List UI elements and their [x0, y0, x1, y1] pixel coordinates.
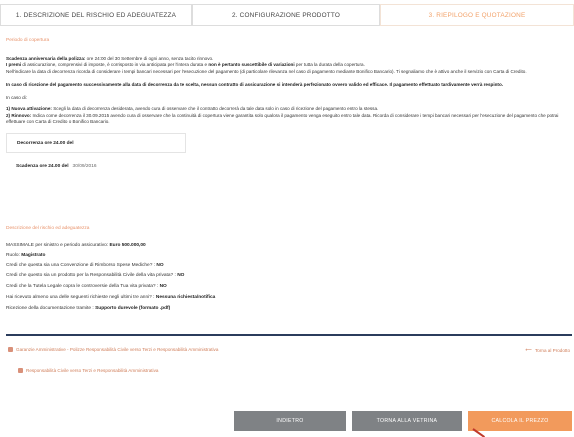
tempi-bancari-text: Nell'indicare la data di decorrenza rico…: [6, 69, 527, 74]
scadenza-anniversaria-label: Scadenza anniversaria della polizza:: [6, 56, 86, 61]
pagamento-tardivo-text: In caso di ricezione del pagamento succe…: [6, 82, 504, 87]
richieste-value: Nessuna richiesta/notifica: [155, 295, 216, 300]
massimale-label: MASSIMALE per sinistro e periodo assicur…: [6, 243, 110, 248]
doc-link-label: Responsabilità Civile verso Terzi e Resp…: [26, 368, 159, 373]
rc-vita-privata-row: Credi che questo sia un prodotto per la …: [6, 273, 184, 278]
tutela-legale-row: Credi che la Tutela Legale copra le cont…: [6, 284, 167, 289]
rinnovo-label: 2) Rinnovo:: [6, 113, 32, 118]
documentazione-value: Supporto durevole (formato .pdf): [95, 306, 171, 311]
massimale-row: MASSIMALE per sinistro e periodo assicur…: [6, 243, 146, 248]
in-caso-di-text: In caso di:: [6, 95, 27, 100]
step-configurazione-prodotto[interactable]: 2. CONFIGURAZIONE PRODOTTO: [192, 4, 380, 26]
section-divider: [6, 334, 572, 336]
rimborso-spese-label: Credi che questa sia una Convenzione di …: [6, 263, 157, 268]
torna-alla-vetrina-button[interactable]: TORNA ALLA VETRINA: [352, 411, 462, 431]
rc-vita-privata-label: Credi che questo sia un prodotto per la …: [6, 273, 178, 278]
step-riepilogo-quotazione: 3. RIEPILOGO E QUOTAZIONE: [380, 4, 574, 26]
premi-text-b: per tutta la durata della copertura.: [294, 62, 365, 67]
indietro-button[interactable]: INDIETRO: [234, 411, 346, 431]
massimale-value: Euro 500.000,00: [109, 243, 146, 248]
rinnovo-desc: Indica come decorrenza il 30.09.2015 ave…: [6, 113, 559, 125]
wizard-steps: 1. DESCRIZIONE DEL RISCHIO ED ADEGUATEZZ…: [0, 4, 574, 26]
premi-label: I premi: [6, 62, 22, 67]
scadenza-value: 30/09/2016: [72, 164, 97, 169]
scadenza-anniversaria-value: ore 24:00 del 30 Settembre di ogni anno,…: [85, 56, 214, 61]
torna-al-prodotto-link[interactable]: ⟵ Torna al Prodotto: [525, 347, 570, 353]
nuova-attivazione-desc: Scegli la data di decorrenza desiderata,…: [51, 106, 379, 111]
torna-al-prodotto-label: Torna al Prodotto: [535, 347, 570, 353]
ruolo-row: Ruolo: Magistrato: [6, 253, 45, 258]
tutela-legale-label: Credi che la Tutela Legale copra le cont…: [6, 284, 160, 289]
decorrenza-date-field[interactable]: Decorrenza ore 24.00 del: [6, 133, 186, 153]
step-descrizione-rischio[interactable]: 1. DESCRIZIONE DEL RISCHIO ED ADEGUATEZZ…: [0, 4, 192, 26]
document-icon: [8, 347, 13, 352]
calcola-il-prezzo-button[interactable]: CALCOLA IL PREZZO: [468, 411, 572, 431]
nuova-attivazione-text: 1) Nuova attivazione: Scegli la data di …: [6, 106, 569, 112]
product-link[interactable]: Garanzie Amministrative - Polizze Respon…: [8, 347, 218, 352]
descrizione-section-title: Descrizione del rischio ed adeguatezza: [6, 226, 90, 231]
pdf-icon: [18, 368, 23, 373]
rimborso-spese-row: Credi che questa sia una Convenzione di …: [6, 263, 164, 268]
richieste-label: Hai ricevuto almeno una delle seguenti r…: [6, 295, 156, 300]
nuova-attivazione-label: 1) Nuova attivazione:: [6, 106, 52, 111]
tutela-legale-value: NO: [159, 284, 167, 289]
premi-text-a: di assicurazione, comprensivi di imposte…: [21, 62, 209, 67]
periodo-section-title: Periodo di copertura: [6, 38, 50, 43]
decorrenza-label: Decorrenza ore 24.00 del: [17, 140, 74, 146]
arrow-left-icon: ⟵: [525, 347, 533, 352]
rimborso-spese-value: NO: [156, 263, 164, 268]
ruolo-value: Magistrato: [21, 253, 46, 258]
premi-text: I premi di assicurazione, comprensivi di…: [6, 62, 569, 68]
rinnovo-text: 2) Rinnovo: Indica come decorrenza il 30…: [6, 113, 569, 126]
scadenza-row: Scadenza ore 24.00 del 30/09/2016: [16, 164, 97, 169]
documentazione-label: Ricezione della documentazione tramite :: [6, 306, 96, 311]
doc-link[interactable]: Responsabilità Civile verso Terzi e Resp…: [18, 368, 158, 373]
premi-non-variabile: non è pertanto suscettibile di variazion…: [208, 62, 295, 67]
richieste-row: Hai ricevuto almeno una delle seguenti r…: [6, 295, 215, 300]
product-link-label: Garanzie Amministrative - Polizze Respon…: [16, 347, 219, 352]
scadenza-label: Scadenza ore 24.00 del: [16, 164, 69, 169]
documentazione-row: Ricezione della documentazione tramite :…: [6, 306, 170, 311]
ruolo-label: Ruolo:: [6, 253, 22, 258]
rc-vita-privata-value: NO: [177, 273, 185, 278]
